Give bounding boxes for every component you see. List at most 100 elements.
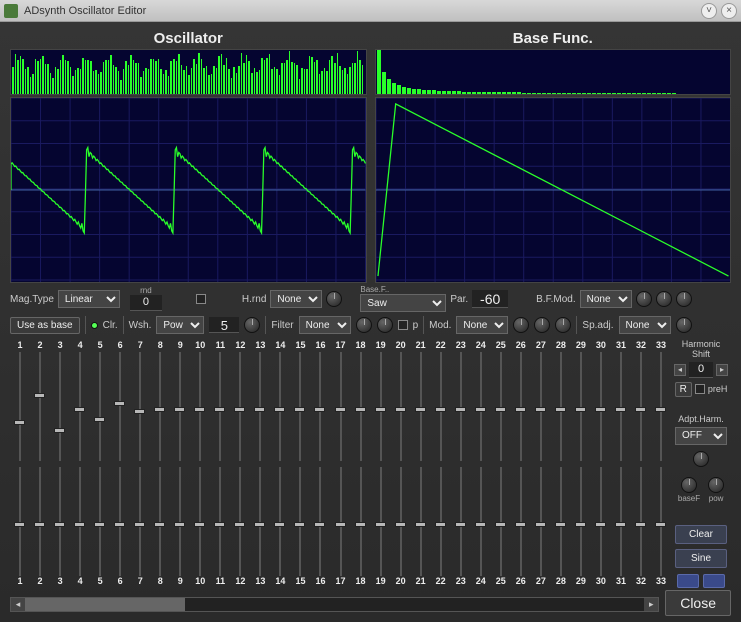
close-window-button[interactable]: × [721,3,737,19]
harmonic-mag-slider-28[interactable] [551,352,571,461]
harmonic-phase-slider-31[interactable] [611,467,631,576]
harmonic-phase-slider-8[interactable] [150,467,170,576]
harmonic-mag-slider-6[interactable] [110,352,130,461]
harmonic-phase-slider-28[interactable] [551,467,571,576]
mod-select[interactable]: None [456,316,508,334]
harmonic-mag-slider-13[interactable] [250,352,270,461]
wsh-knob[interactable] [244,317,260,333]
harmonic-phase-slider-21[interactable] [411,467,431,576]
bfmod-knob-2[interactable] [656,291,672,307]
harmonic-phase-slider-1[interactable] [10,467,30,576]
harmonic-mag-slider-27[interactable] [531,352,551,461]
harmonic-mag-slider-19[interactable] [371,352,391,461]
harmonic-mag-slider-12[interactable] [230,352,250,461]
bfmod-select[interactable]: None [580,290,632,308]
harmonic-phase-slider-10[interactable] [190,467,210,576]
harmonic-mag-slider-29[interactable] [571,352,591,461]
harmonic-phase-slider-15[interactable] [290,467,310,576]
harmonic-phase-slider-14[interactable] [270,467,290,576]
harmonic-mag-slider-30[interactable] [591,352,611,461]
harmonic-phase-slider-16[interactable] [310,467,330,576]
harmonic-mag-slider-17[interactable] [331,352,351,461]
harmonic-mag-slider-18[interactable] [351,352,371,461]
harmonic-mag-slider-3[interactable] [50,352,70,461]
harmonic-phase-slider-5[interactable] [90,467,110,576]
spadj-select[interactable]: None [619,316,671,334]
harmonics-scrollbar[interactable]: ◂ ▸ [10,597,659,612]
hrnd-knob[interactable] [326,291,342,307]
harmonic-mag-slider-24[interactable] [471,352,491,461]
harmonic-phase-slider-32[interactable] [631,467,651,576]
harmonic-phase-slider-24[interactable] [471,467,491,576]
clear-button[interactable]: Clear [675,525,727,544]
harmonic-mag-slider-22[interactable] [431,352,451,461]
harmonic-phase-slider-6[interactable] [110,467,130,576]
scroll-left-icon[interactable]: ◂ [11,598,25,611]
basef-select[interactable]: Saw [360,294,446,312]
harmonic-phase-slider-4[interactable] [70,467,90,576]
harmonic-mag-slider-33[interactable] [651,352,671,461]
harmonic-phase-slider-7[interactable] [130,467,150,576]
harmonic-mag-slider-8[interactable] [150,352,170,461]
harmonic-phase-slider-9[interactable] [170,467,190,576]
preh-checkbox[interactable] [695,384,705,394]
p-checkbox[interactable] [398,320,408,330]
harmshift-right[interactable]: ▸ [716,364,728,376]
harmonic-phase-slider-17[interactable] [331,467,351,576]
mod-knob-1[interactable] [513,317,529,333]
harmonic-phase-slider-30[interactable] [591,467,611,576]
harmonic-mag-slider-10[interactable] [190,352,210,461]
paste-button[interactable] [703,574,725,588]
harmonic-mag-slider-14[interactable] [270,352,290,461]
harmonic-phase-slider-2[interactable] [30,467,50,576]
par-spinner[interactable]: -60 [472,290,508,308]
scroll-right-icon[interactable]: ▸ [644,598,658,611]
filter-select[interactable]: None [299,316,351,334]
use-as-base-button[interactable]: Use as base [10,317,80,334]
spadj-knob[interactable] [676,317,692,333]
harmshift-left[interactable]: ◂ [674,364,686,376]
harmonic-mag-slider-23[interactable] [451,352,471,461]
harmonic-mag-slider-26[interactable] [511,352,531,461]
harmonic-mag-slider-7[interactable] [130,352,150,461]
harmonic-mag-slider-11[interactable] [210,352,230,461]
harmonic-phase-slider-20[interactable] [391,467,411,576]
harmonic-mag-slider-15[interactable] [290,352,310,461]
harmonic-mag-slider-32[interactable] [631,352,651,461]
hrnd-select[interactable]: None [270,290,322,308]
harmonic-phase-slider-29[interactable] [571,467,591,576]
harmonic-phase-slider-19[interactable] [371,467,391,576]
harmonic-phase-slider-27[interactable] [531,467,551,576]
magtype-select[interactable]: Linear [58,290,120,308]
harmonic-mag-slider-4[interactable] [70,352,90,461]
harmonic-phase-slider-3[interactable] [50,467,70,576]
wsh-par-spinner[interactable]: 5 [209,317,239,333]
bfmod-knob-1[interactable] [636,291,652,307]
adptharm-select[interactable]: OFF [675,427,727,445]
harmonic-mag-slider-25[interactable] [491,352,511,461]
harmonic-mag-slider-31[interactable] [611,352,631,461]
mod-knob-2[interactable] [534,317,550,333]
harmonic-phase-slider-22[interactable] [431,467,451,576]
harmonic-mag-slider-20[interactable] [391,352,411,461]
harmonic-phase-slider-25[interactable] [491,467,511,576]
sine-button[interactable]: Sine [675,549,727,568]
harmonic-mag-slider-16[interactable] [310,352,330,461]
harmonic-mag-slider-9[interactable] [170,352,190,461]
mod-knob-3[interactable] [555,317,571,333]
harmonic-phase-slider-23[interactable] [451,467,471,576]
harmonic-mag-slider-21[interactable] [411,352,431,461]
harmonic-phase-slider-26[interactable] [511,467,531,576]
scroll-thumb[interactable] [25,598,185,611]
filter-knob-2[interactable] [377,317,393,333]
harmonic-phase-slider-33[interactable] [651,467,671,576]
harmonic-phase-slider-12[interactable] [230,467,250,576]
harmshift-value[interactable]: 0 [689,362,713,378]
harmonic-mag-slider-1[interactable] [10,352,30,461]
harmonic-phase-slider-18[interactable] [351,467,371,576]
pow-knob[interactable] [708,477,724,493]
adptharm-knob[interactable] [693,451,709,467]
bfmod-knob-3[interactable] [676,291,692,307]
filter-knob-1[interactable] [356,317,372,333]
harmonic-phase-slider-13[interactable] [250,467,270,576]
